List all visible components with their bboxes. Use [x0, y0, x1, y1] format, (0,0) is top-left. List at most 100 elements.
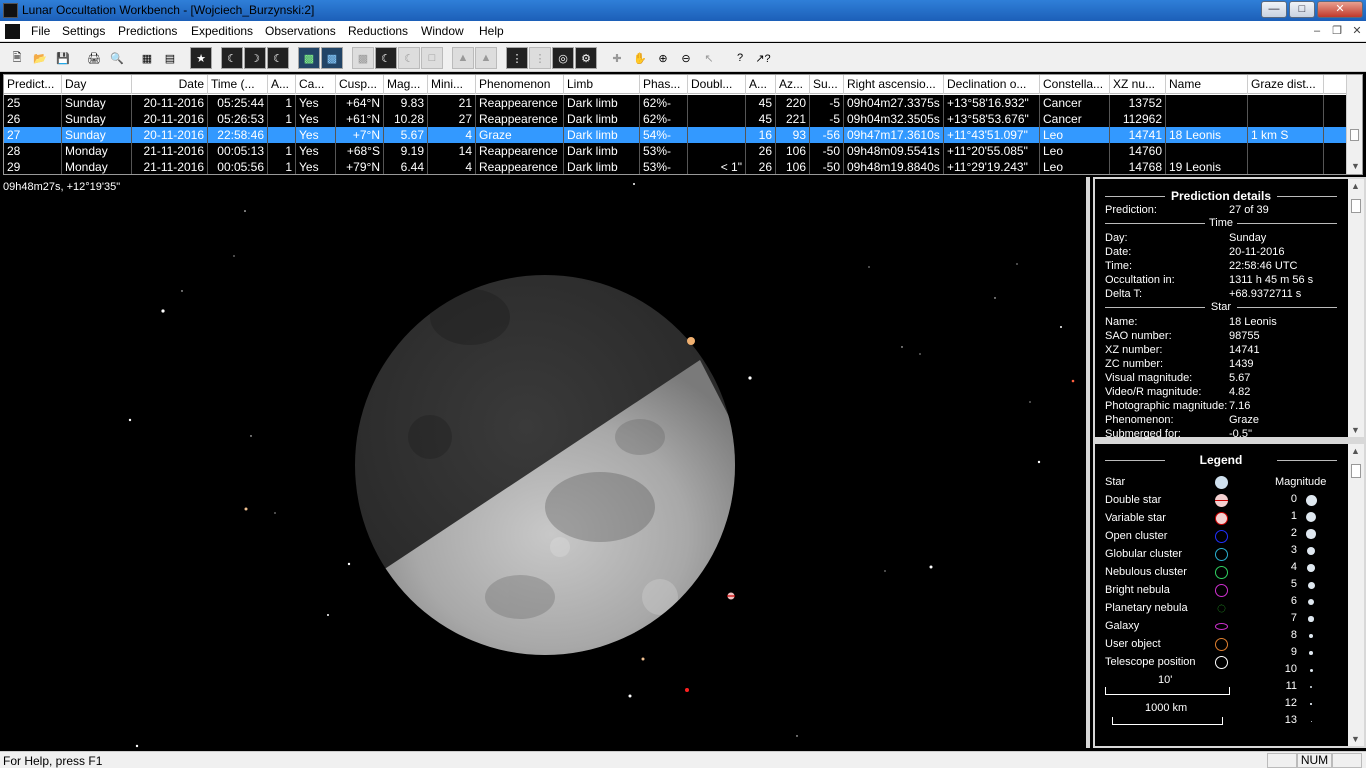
- col-mag[interactable]: Mag...: [384, 75, 428, 94]
- close-button[interactable]: ✕: [1317, 1, 1363, 18]
- col-date[interactable]: Date: [132, 75, 208, 94]
- details-scroll-thumb[interactable]: [1351, 199, 1361, 213]
- col-mini[interactable]: Mini...: [428, 75, 476, 94]
- list-view-icon[interactable]: ▤: [159, 47, 181, 69]
- legend-item: Nebulous cluster: [1105, 564, 1235, 582]
- scroll-down-arrow-icon[interactable]: ▼: [1351, 161, 1360, 171]
- table-scroll-thumb[interactable]: [1350, 129, 1359, 141]
- moon-phase-2-icon[interactable]: ☽: [244, 47, 266, 69]
- print-icon[interactable]: 🖨: [83, 47, 105, 69]
- moon-phase-3-icon[interactable]: ☾: [267, 47, 289, 69]
- col-ca[interactable]: Ca...: [296, 75, 336, 94]
- col-a2[interactable]: A...: [746, 75, 776, 94]
- occulted-star-18-leonis[interactable]: [687, 337, 695, 345]
- moon-limb-icon[interactable]: ☾: [375, 47, 397, 69]
- legend-item-label: Globular cluster: [1105, 548, 1183, 560]
- menu-window[interactable]: Window: [421, 24, 464, 38]
- double-star-marker[interactable]: [727, 592, 735, 600]
- col-name[interactable]: Name: [1166, 75, 1248, 94]
- new-icon[interactable]: 🗎: [6, 47, 28, 69]
- table-cell: 25: [4, 95, 62, 111]
- col-su[interactable]: Su...: [810, 75, 844, 94]
- crosshair-icon[interactable]: ✚: [606, 47, 628, 69]
- zoom-in-icon[interactable]: ⊕: [652, 47, 674, 69]
- telescope-icon[interactable]: ◎: [552, 47, 574, 69]
- mdi-restore-button[interactable]: ❐: [1329, 24, 1345, 39]
- scroll-down-arrow-icon[interactable]: ▼: [1351, 425, 1360, 435]
- table-row[interactable]: 25 Sunday 20-11-2016 05:25:44 1 Yes +64°N 9.83 2…: [4, 95, 1348, 111]
- col-a1[interactable]: A...: [268, 75, 296, 94]
- menu-predictions[interactable]: Predictions: [118, 24, 177, 38]
- col-phenomenon[interactable]: Phenomenon: [476, 75, 564, 94]
- table-cell: 93: [776, 127, 810, 143]
- detail-row: XZ number: 14741: [1105, 344, 1345, 358]
- col-prediction[interactable]: Predict...: [4, 75, 62, 94]
- col-cusp[interactable]: Cusp...: [336, 75, 384, 94]
- pan-hand-icon[interactable]: ✋: [629, 47, 651, 69]
- stars-icon[interactable]: ⋮: [506, 47, 528, 69]
- menu-file[interactable]: File: [31, 24, 50, 38]
- scroll-down-arrow-icon[interactable]: ▼: [1351, 734, 1360, 744]
- moon-phase-1-icon[interactable]: ☾: [221, 47, 243, 69]
- table-row[interactable]: 29 Monday 21-11-2016 00:05:56 1 Yes +79°N 6.44 4…: [4, 159, 1348, 174]
- table-cell: [1166, 143, 1248, 159]
- save-icon[interactable]: 💾: [52, 47, 74, 69]
- col-time[interactable]: Time (...: [208, 75, 268, 94]
- table-row[interactable]: 26 Sunday 20-11-2016 05:26:53 1 Yes +61°N 10.28…: [4, 111, 1348, 127]
- table-scrollbar[interactable]: ▼: [1346, 75, 1362, 174]
- print-preview-icon[interactable]: 🔍: [106, 47, 128, 69]
- col-double[interactable]: Doubl...: [688, 75, 746, 94]
- table-cell: Reappearence: [476, 143, 564, 159]
- col-graze-distance[interactable]: Graze dist...: [1248, 75, 1324, 94]
- help-icon[interactable]: ?: [729, 47, 751, 69]
- legend-scrollbar[interactable]: ▲ ▼: [1348, 444, 1364, 746]
- menu-help[interactable]: Help: [479, 24, 504, 38]
- document-icon[interactable]: [5, 24, 20, 39]
- magnitude-row: 0: [1275, 493, 1335, 510]
- open-icon[interactable]: 📂: [29, 47, 51, 69]
- table-cell: 13752: [1110, 95, 1166, 111]
- settings-chart-icon[interactable]: ⚙: [575, 47, 597, 69]
- mdi-close-button[interactable]: ✕: [1349, 24, 1365, 39]
- menu-settings[interactable]: Settings: [62, 24, 105, 38]
- legend-scroll-thumb[interactable]: [1351, 464, 1361, 478]
- minimize-button[interactable]: —: [1261, 1, 1287, 18]
- scroll-up-arrow-icon[interactable]: ▲: [1351, 446, 1360, 456]
- col-xz-number[interactable]: XZ nu...: [1110, 75, 1166, 94]
- app-icon[interactable]: [3, 3, 18, 18]
- table-cell: 14: [428, 143, 476, 159]
- mdi-minimize-button[interactable]: –: [1309, 24, 1325, 39]
- table-cell: [1248, 95, 1324, 111]
- magnitude-dot-icon: [1310, 720, 1312, 722]
- menu-reductions[interactable]: Reductions: [348, 24, 408, 38]
- menu-observations[interactable]: Observations: [265, 24, 336, 38]
- pointer-icon[interactable]: ↖: [698, 47, 720, 69]
- profile-1-icon: ▲: [452, 47, 474, 69]
- table-row[interactable]: 28 Monday 21-11-2016 00:05:13 1 Yes +68°S 9.19 1…: [4, 143, 1348, 159]
- map-blue-icon[interactable]: ▩: [321, 47, 343, 69]
- col-phase[interactable]: Phas...: [640, 75, 688, 94]
- details-scrollbar[interactable]: ▲ ▼: [1348, 179, 1364, 437]
- scroll-up-arrow-icon[interactable]: ▲: [1351, 181, 1360, 191]
- telescope-position-symbol-icon: [1215, 656, 1228, 669]
- sky-chart[interactable]: 09h48m27s, +12°19'35": [0, 177, 1090, 748]
- menu-expeditions[interactable]: Expeditions: [191, 24, 253, 38]
- legend-item-label: Star: [1105, 476, 1126, 488]
- bright-nebula-symbol-icon: [1215, 584, 1228, 597]
- predictions-table[interactable]: Predict... Day Date Time (... A... Ca...…: [3, 74, 1363, 175]
- col-right-ascension[interactable]: Right ascensio...: [844, 75, 944, 94]
- col-constellation[interactable]: Constella...: [1040, 75, 1110, 94]
- table-row[interactable]: 27 Sunday 20-11-2016 22:58:46 Yes +7°N 5.67 4 Gr…: [4, 127, 1348, 143]
- context-help-icon[interactable]: ↗?: [752, 47, 774, 69]
- col-az[interactable]: Az...: [776, 75, 810, 94]
- zoom-out-icon[interactable]: ⊖: [675, 47, 697, 69]
- table-view-icon[interactable]: ▦: [136, 47, 158, 69]
- col-declination[interactable]: Declination o...: [944, 75, 1040, 94]
- map-green-icon[interactable]: ▩: [298, 47, 320, 69]
- detail-value: -0.5'': [1229, 428, 1253, 440]
- table-cell: 14760: [1110, 143, 1166, 159]
- star-chart-icon[interactable]: ★: [190, 47, 212, 69]
- col-limb[interactable]: Limb: [564, 75, 640, 94]
- maximize-button[interactable]: □: [1289, 1, 1315, 18]
- col-day[interactable]: Day: [62, 75, 132, 94]
